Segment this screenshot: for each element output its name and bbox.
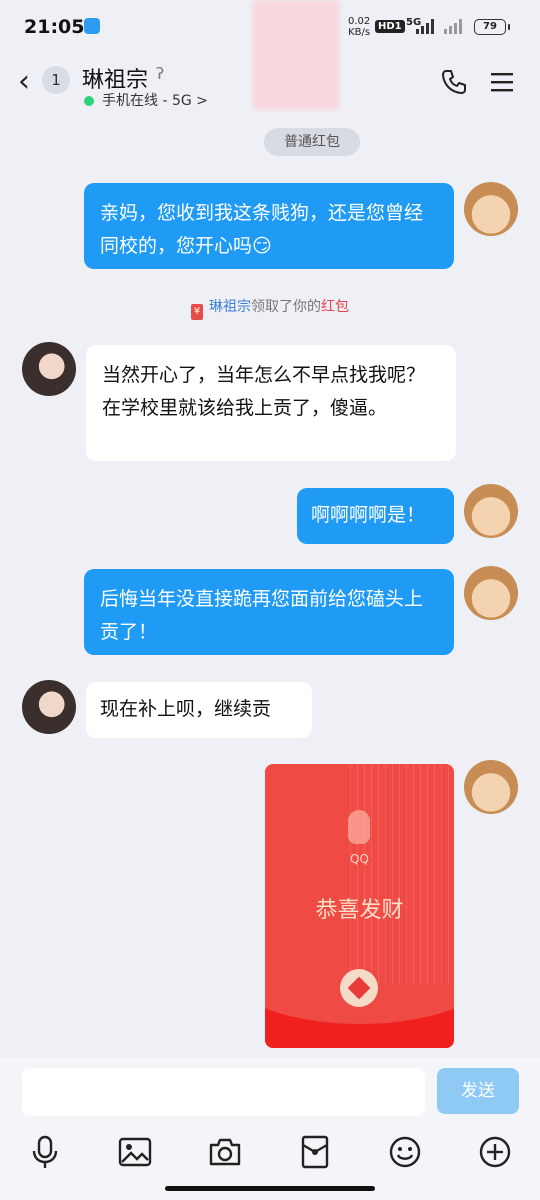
status-time: 21:05 bbox=[24, 16, 85, 38]
menu-icon[interactable] bbox=[490, 70, 514, 94]
redpacket-greeting: 恭喜发财 bbox=[315, 898, 404, 923]
my-avatar[interactable] bbox=[464, 760, 518, 814]
camera-icon[interactable] bbox=[207, 1134, 243, 1170]
signal-2-icon bbox=[444, 18, 466, 34]
hd-badge: HD1 bbox=[375, 20, 405, 33]
message-bubble-incoming[interactable]: 现在补上呗，继续贡 bbox=[86, 682, 312, 738]
image-icon[interactable] bbox=[117, 1134, 153, 1170]
plus-icon[interactable] bbox=[477, 1134, 513, 1170]
my-avatar[interactable] bbox=[464, 484, 518, 538]
contact-avatar[interactable] bbox=[22, 680, 76, 734]
contact-avatar[interactable] bbox=[22, 342, 76, 396]
message-bubble-outgoing[interactable]: 啊啊啊啊是！ bbox=[297, 488, 454, 544]
message-bubble-outgoing[interactable]: 亲妈，您收到我这条贱狗，还是您曾经同校的，您开心吗😏 bbox=[84, 183, 454, 269]
redpacket-pattern bbox=[344, 764, 454, 984]
network-speed: 0.02 KB/s bbox=[348, 16, 371, 38]
back-arrow-icon[interactable]: ‹ bbox=[18, 64, 30, 99]
redpacket-icon: ¥ bbox=[191, 304, 203, 320]
my-avatar[interactable] bbox=[464, 182, 518, 236]
ear-icon: ʔ bbox=[156, 64, 165, 83]
message-input[interactable] bbox=[22, 1068, 425, 1116]
online-dot-icon bbox=[84, 96, 94, 106]
redpacket-type-pill: 普通红包 bbox=[264, 128, 360, 156]
my-avatar[interactable] bbox=[464, 566, 518, 620]
redpacket-coin-icon bbox=[340, 969, 378, 1007]
chat-header: ‹ 1 琳祖宗 ʔ 手机在线 - 5G > bbox=[0, 56, 540, 112]
home-indicator[interactable] bbox=[165, 1186, 375, 1191]
app-notification-icon bbox=[84, 18, 100, 34]
signal-icon bbox=[416, 18, 438, 34]
message-bubble-incoming[interactable]: 当然开心了，当年怎么不早点找我呢？在学校里就该给我上贡了，傻逼。 bbox=[86, 345, 456, 461]
battery-icon: 79 bbox=[474, 19, 510, 35]
redpacket-brand: QQ bbox=[350, 852, 369, 866]
input-bar: 发送 bbox=[0, 1058, 540, 1200]
redpacket-tool-icon[interactable] bbox=[297, 1134, 333, 1170]
redpacket-claim-notice: ¥ 琳祖宗领取了你的红包 bbox=[0, 296, 540, 320]
qq-penguin-icon bbox=[348, 810, 370, 844]
send-button[interactable]: 发送 bbox=[437, 1068, 519, 1114]
unread-count-badge[interactable]: 1 bbox=[42, 66, 70, 94]
phone-icon[interactable] bbox=[440, 68, 468, 96]
message-bubble-outgoing[interactable]: 后悔当年没直接跪再您面前给您磕头上贡了！ bbox=[84, 569, 454, 655]
presence-status: 手机在线 - 5G > bbox=[84, 90, 208, 110]
microphone-icon[interactable] bbox=[27, 1134, 63, 1170]
redpacket-card[interactable]: QQ 恭喜发财 bbox=[265, 764, 454, 1048]
emoji-icon[interactable] bbox=[387, 1134, 423, 1170]
